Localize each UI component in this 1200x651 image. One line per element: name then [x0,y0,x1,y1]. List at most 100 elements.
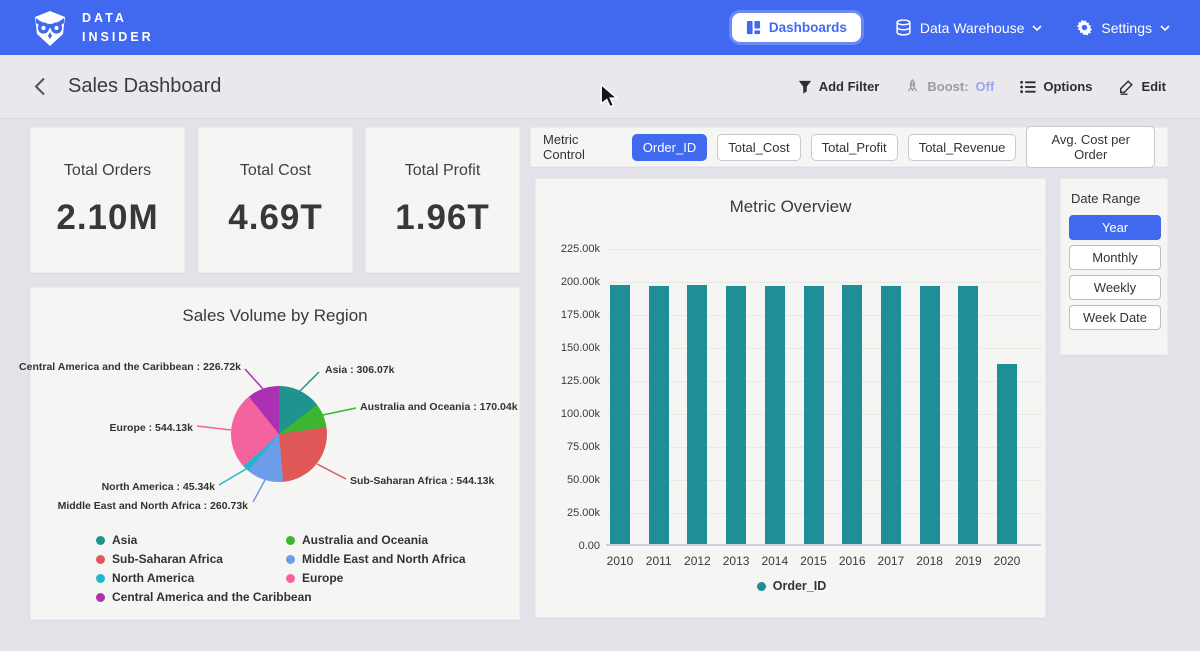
metric-chip-total-profit[interactable]: Total_Profit [811,134,898,161]
page-header: Sales Dashboard Add Filter Boost: Off Op [0,55,1200,119]
legend-dot [96,593,105,602]
x-tick-label: 2013 [714,554,758,568]
data-warehouse-menu[interactable]: Data Warehouse [895,19,1043,36]
legend-dot [286,574,295,583]
date-range-week-date-button[interactable]: Week Date [1069,305,1161,330]
bar-chart-card: Metric Overview 201020112012201320142015… [535,178,1046,618]
pie-chart: Asia : 306.07k Australia and Oceania : 17… [31,288,521,621]
pie-graphic[interactable] [231,386,327,482]
settings-menu[interactable]: Settings [1076,19,1170,36]
chevron-down-icon [1160,25,1170,31]
page-title: Sales Dashboard [68,75,221,98]
legend-item: Middle East and North Africa [286,552,466,566]
date-range-year-button[interactable]: Year [1069,215,1161,240]
date-range-label: Date Range [1071,191,1159,206]
pie-slice-label: Middle East and North Africa : 260.73k [58,500,248,512]
bar-chart-title: Metric Overview [536,179,1045,217]
bar-plot-area [606,249,1041,546]
legend-item: North America [96,571,312,585]
metric-control-bar: Metric Control Order_ID Total_Cost Total… [530,127,1168,167]
date-range-weekly-button[interactable]: Weekly [1069,275,1161,300]
legend-dot [757,582,766,591]
edit-button[interactable]: Edit [1118,79,1166,95]
rocket-icon [905,79,920,94]
kpi-card-total-orders: Total Orders 2.10M [30,127,185,273]
pie-callout-line [317,464,346,479]
brand-name: DATA INSIDER [82,9,154,45]
pie-slice-label: Australia and Oceania : 170.04k [360,401,518,413]
pie-callout-line [197,426,231,430]
database-icon [895,19,912,36]
bar-2011[interactable] [649,286,669,544]
y-tick-label: 200.00k [540,276,600,288]
metric-chip-total-revenue[interactable]: Total_Revenue [908,134,1017,161]
pie-legend-column: Australia and Oceania Middle East and Nor… [286,533,466,585]
pie-slice-label: Asia : 306.07k [325,364,394,376]
bar-2014[interactable] [765,286,785,544]
x-tick-label: 2014 [753,554,797,568]
legend-item: Central America and the Caribbean [96,590,312,604]
x-tick-label: 2019 [946,554,990,568]
pie-callout-line [253,480,265,502]
legend-item: Australia and Oceania [286,533,466,547]
pie-slice-label: Sub-Saharan Africa : 544.13k [350,475,494,487]
bar-legend: Order_ID [536,579,1047,593]
legend-dot [96,555,105,564]
y-tick-label: 150.00k [540,342,600,354]
pie-callout-line [219,469,246,485]
date-range-monthly-button[interactable]: Monthly [1069,245,1161,270]
metric-chip-order-id[interactable]: Order_ID [632,134,707,161]
dashboards-button[interactable]: Dashboards [732,13,861,42]
bar-2015[interactable] [804,286,824,544]
y-tick-label: 0.00 [540,540,600,552]
brand-logo[interactable]: DATA INSIDER [30,8,154,48]
bar-2017[interactable] [881,286,901,544]
bar-2016[interactable] [842,285,862,544]
date-range-panel: Date Range Year Monthly Weekly Week Date [1060,178,1168,355]
metric-chip-avg-cost-per-order[interactable]: Avg. Cost per Order [1026,126,1155,168]
bar-2012[interactable] [687,285,707,544]
kpi-label: Total Orders [64,162,151,180]
owl-logo-icon [30,8,70,48]
x-tick-label: 2020 [985,554,1029,568]
back-arrow-icon[interactable] [34,77,46,96]
x-tick-label: 2012 [675,554,719,568]
legend-dot [286,536,295,545]
kpi-card-total-cost: Total Cost 4.69T [198,127,353,273]
y-tick-label: 125.00k [540,375,600,387]
metric-chip-total-cost[interactable]: Total_Cost [717,134,800,161]
y-tick-label: 75.00k [540,441,600,453]
bar-2018[interactable] [920,286,940,544]
legend-item: Order_ID [757,579,827,593]
legend-dot [96,574,105,583]
top-nav: DATA INSIDER Dashboards Data Warehouse [0,0,1200,55]
add-filter-button[interactable]: Add Filter [798,79,880,94]
filter-funnel-icon [798,80,812,94]
kpi-card-total-profit: Total Profit 1.96T [365,127,520,273]
x-tick-label: 2011 [637,554,681,568]
x-tick-label: 2018 [908,554,952,568]
boost-toggle[interactable]: Boost: Off [905,79,994,94]
y-tick-label: 100.00k [540,408,600,420]
gridline [606,249,1041,250]
x-tick-label: 2010 [598,554,642,568]
bar-2020[interactable] [997,364,1017,544]
y-tick-label: 225.00k [540,243,600,255]
pie-callout-line [245,369,263,389]
x-tick-label: 2015 [792,554,836,568]
metric-control-label: Metric Control [543,132,618,162]
x-tick-label: 2017 [869,554,913,568]
bar-2010[interactable] [610,285,630,544]
pencil-icon [1118,79,1134,95]
chevron-down-icon [1032,25,1042,31]
bar-2013[interactable] [726,286,746,544]
kpi-label: Total Cost [240,162,311,180]
legend-item: Asia [96,533,312,547]
y-tick-label: 50.00k [540,474,600,486]
y-tick-label: 25.00k [540,507,600,519]
gridline [606,282,1041,283]
bar-2019[interactable] [958,286,978,544]
kpi-value: 4.69T [228,198,323,238]
gear-icon [1076,19,1093,36]
options-button[interactable]: Options [1020,79,1092,94]
